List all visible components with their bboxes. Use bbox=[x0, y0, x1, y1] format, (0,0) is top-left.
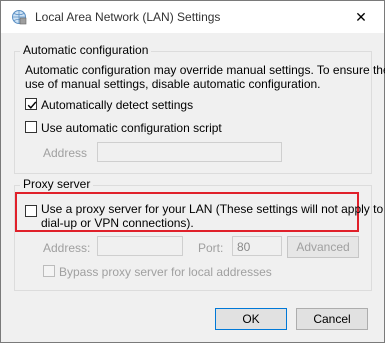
proxy-server-legend: Proxy server bbox=[20, 177, 94, 191]
bypass-local-checkbox[interactable] bbox=[43, 265, 55, 277]
automatic-description-line1: Automatic configuration may override man… bbox=[25, 63, 385, 77]
bypass-local-label[interactable]: Bypass proxy server for local addresses bbox=[59, 265, 272, 279]
window-title: Local Area Network (LAN) Settings bbox=[35, 10, 221, 24]
proxy-address-label: Address: bbox=[43, 241, 91, 255]
proxy-port-field[interactable]: 80 bbox=[232, 236, 282, 256]
auto-config-script-label[interactable]: Use automatic configuration script bbox=[41, 121, 222, 135]
use-proxy-label-line2[interactable]: dial-up or VPN connections). bbox=[41, 216, 194, 230]
automatic-configuration-legend: Automatic configuration bbox=[20, 43, 152, 57]
script-address-field[interactable] bbox=[97, 142, 282, 162]
ok-button[interactable]: OK bbox=[215, 308, 287, 330]
network-settings-icon bbox=[11, 9, 27, 25]
close-icon[interactable]: ✕ bbox=[338, 1, 384, 33]
checkmark-icon bbox=[27, 101, 37, 109]
advanced-button[interactable]: Advanced bbox=[287, 236, 359, 258]
lan-settings-dialog: Local Area Network (LAN) Settings ✕ Auto… bbox=[0, 0, 385, 343]
title-bar: Local Area Network (LAN) Settings ✕ bbox=[1, 1, 384, 33]
script-address-label: Address bbox=[43, 146, 88, 160]
automatic-description-line2: use of manual settings, disable automati… bbox=[25, 77, 321, 91]
proxy-address-field[interactable] bbox=[97, 236, 183, 256]
auto-config-script-checkbox[interactable] bbox=[25, 121, 37, 133]
proxy-port-label: Port: bbox=[198, 241, 224, 255]
use-proxy-label-line1[interactable]: Use a proxy server for your LAN (These s… bbox=[41, 202, 383, 216]
cancel-button[interactable]: Cancel bbox=[296, 308, 368, 330]
detect-settings-label[interactable]: Automatically detect settings bbox=[41, 98, 193, 112]
detect-settings-checkbox[interactable] bbox=[25, 98, 37, 110]
use-proxy-checkbox[interactable] bbox=[25, 205, 37, 217]
